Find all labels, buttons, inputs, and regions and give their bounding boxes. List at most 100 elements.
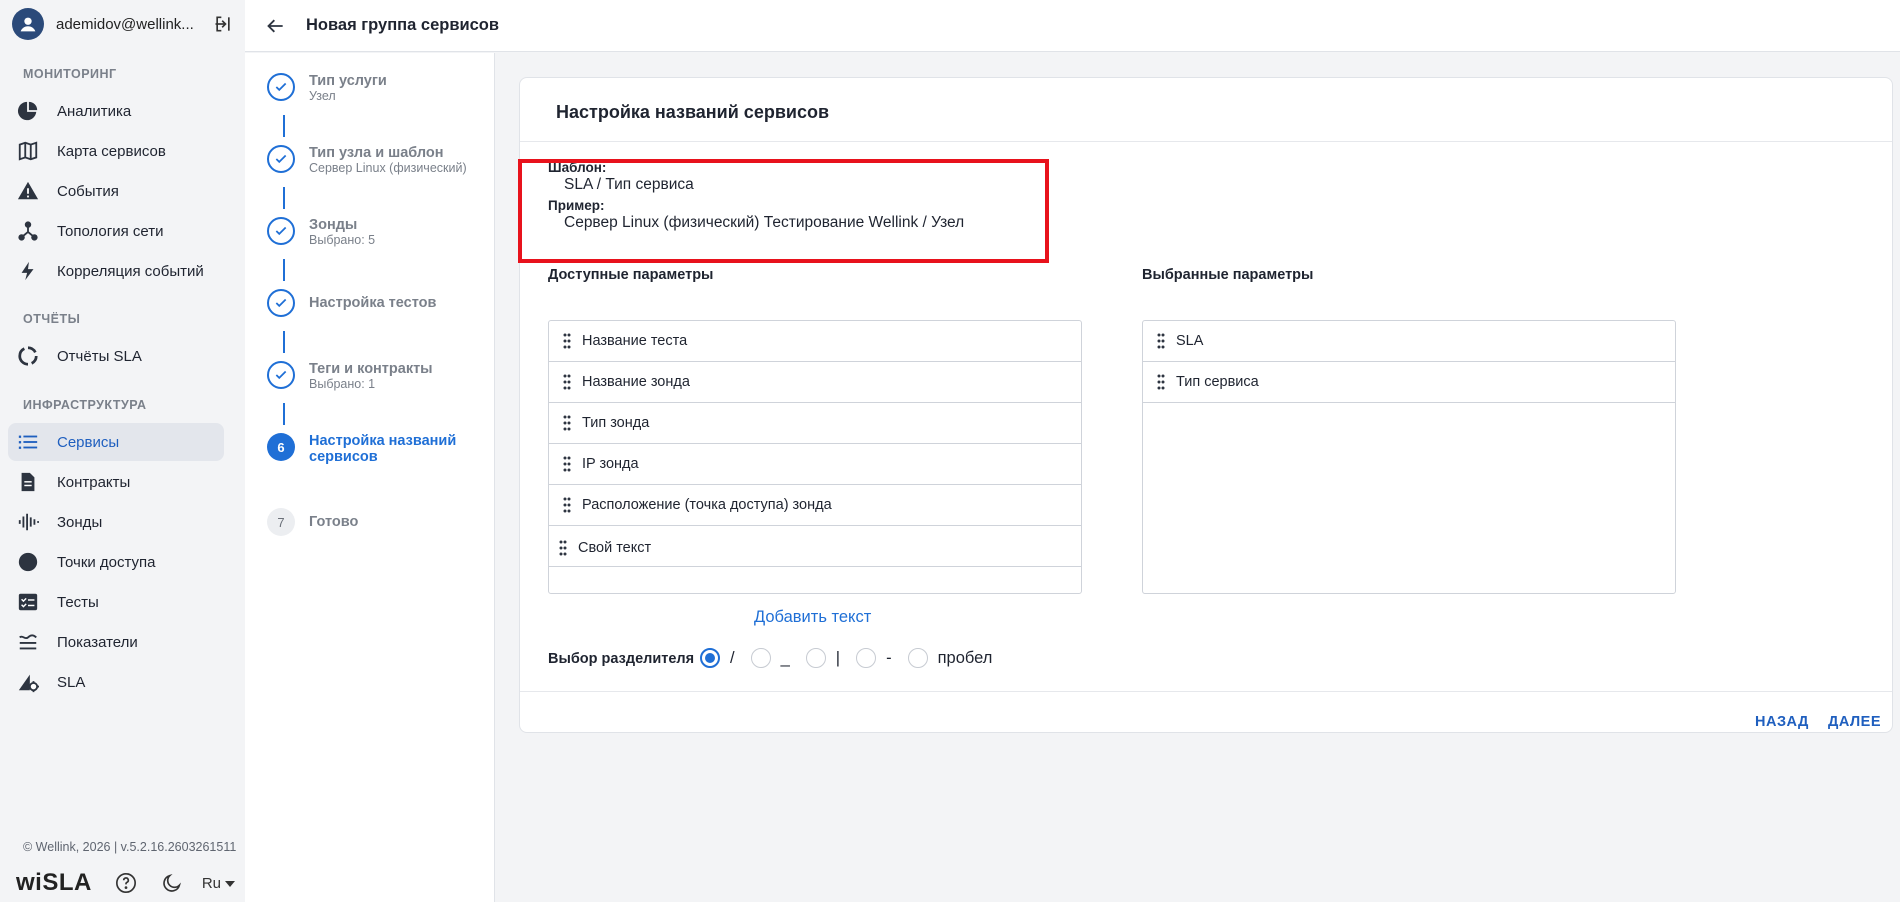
selected-params-title: Выбранные параметры (1142, 267, 1314, 283)
radio-label: _ (780, 648, 790, 667)
document-icon (16, 470, 40, 494)
back-arrow-icon[interactable] (264, 14, 288, 38)
back-button[interactable]: НАЗАД (1755, 714, 1809, 730)
section-infrastructure: ИНФРАСТРУКТУРА (23, 398, 147, 412)
checklist-icon (16, 590, 40, 614)
sidebar-item-label: Сервисы (57, 433, 120, 451)
list-item[interactable]: Свой текст (549, 526, 1081, 567)
list-item[interactable]: Название зонда (549, 362, 1081, 403)
circle-icon (16, 550, 40, 574)
separator-option-underscore[interactable]: _ (750, 648, 790, 668)
list-item-label: Расположение (точка доступа) зонда (582, 497, 832, 513)
lightning-icon (16, 259, 40, 283)
list-item[interactable]: Название теста (549, 321, 1081, 362)
logout-icon[interactable] (212, 13, 234, 35)
step-connector (283, 331, 285, 353)
check-icon (267, 73, 295, 101)
step-tags-contracts[interactable]: Теги и контракты Выбрано: 1 (267, 361, 433, 392)
divider (520, 141, 1892, 142)
sidebar-item-analytics[interactable]: Аналитика (8, 92, 224, 130)
step-service-type[interactable]: Тип услуги Узел (267, 73, 387, 104)
step-subtitle: Узел (309, 89, 336, 103)
drag-handle-icon[interactable] (1155, 373, 1167, 391)
radio-label: / (730, 648, 735, 667)
sidebar-item-metrics[interactable]: Показатели (8, 623, 224, 661)
map-icon (16, 139, 40, 163)
sidebar-item-contracts[interactable]: Контракты (8, 463, 224, 501)
sidebar-item-events[interactable]: События (8, 172, 224, 210)
sidebar-item-label: Тесты (57, 593, 99, 611)
drag-handle-icon[interactable] (561, 414, 573, 432)
list-item-label: Название теста (582, 333, 688, 349)
sidebar-item-access-points[interactable]: Точки доступа (8, 543, 224, 581)
sidebar-item-label: Корреляция событий (57, 262, 204, 280)
drag-handle-icon[interactable] (1155, 332, 1167, 350)
drag-handle-icon[interactable] (561, 455, 573, 473)
main-content: Настройка названий сервисов Шаблон: SLA … (496, 53, 1900, 902)
separator-option-dash[interactable]: - (856, 648, 892, 668)
radio-button[interactable] (750, 648, 771, 668)
radio-button[interactable] (856, 648, 877, 668)
next-button[interactable]: ДАЛЕЕ (1828, 714, 1881, 730)
radio-button[interactable] (700, 648, 720, 668)
separator-option-slash[interactable]: / (700, 648, 735, 668)
pie-chart-icon (16, 99, 40, 123)
step-subtitle: Выбрано: 1 (309, 377, 376, 391)
list-item[interactable]: Тип зонда (549, 403, 1081, 444)
drag-handle-icon[interactable] (557, 539, 569, 557)
user-name: ademidov@wellink... (56, 15, 194, 33)
radio-button[interactable] (907, 648, 928, 668)
list-item[interactable]: IP зонда (549, 444, 1081, 485)
template-label: Шаблон: (548, 160, 607, 175)
step-service-names[interactable]: 6 Настройка названий сервисов (267, 433, 469, 465)
sidebar-item-event-correlation[interactable]: Корреляция событий (8, 252, 224, 290)
sidebar-item-probes[interactable]: Зонды (8, 503, 224, 541)
sidebar-item-tests[interactable]: Тесты (8, 583, 224, 621)
step-title: Готово (309, 514, 359, 530)
step-title: Тип узла и шаблон (309, 145, 444, 161)
radio-label: пробел (937, 648, 993, 667)
topology-icon (16, 219, 40, 243)
step-done[interactable]: 7 Готово (267, 508, 358, 536)
separator-option-space[interactable]: пробел (907, 648, 993, 668)
probe-icon (16, 510, 40, 534)
sidebar-item-topology[interactable]: Топология сети (8, 212, 224, 250)
wizard-stepper: Тип услуги Узел Тип узла и шаблон Сервер… (245, 53, 495, 902)
avatar-icon[interactable] (12, 8, 44, 40)
card-title: Настройка названий сервисов (556, 102, 830, 122)
list-item[interactable]: SLA (1143, 321, 1675, 362)
sidebar-item-label: Аналитика (57, 102, 132, 120)
sidebar-item-sla[interactable]: SLA (8, 663, 224, 701)
sla-icon (16, 670, 40, 694)
step-probes[interactable]: Зонды Выбрано: 5 (267, 217, 375, 248)
sidebar-item-label: Контракты (57, 473, 131, 491)
drag-handle-icon[interactable] (561, 332, 573, 350)
drag-handle-icon[interactable] (561, 373, 573, 391)
step-connector (283, 259, 285, 281)
sidebar-item-service-map[interactable]: Карта сервисов (8, 132, 224, 170)
radio-button[interactable] (805, 648, 826, 668)
list-item[interactable]: Расположение (точка доступа) зонда (549, 485, 1081, 526)
step-title: Зонды (309, 217, 358, 233)
list-icon (16, 430, 40, 454)
step-node-type[interactable]: Тип узла и шаблон Сервер Linux (физическ… (267, 145, 467, 176)
radio-label: | (835, 648, 841, 667)
radio-label: - (886, 648, 892, 667)
sidebar-item-services[interactable]: Сервисы (8, 423, 224, 461)
template-value: SLA / Тип сервиса (564, 176, 694, 193)
add-text-button[interactable]: Добавить текст (754, 608, 871, 627)
list-item[interactable]: Тип сервиса (1143, 362, 1675, 403)
page-header: Новая группа сервисов (245, 0, 1900, 52)
language-select[interactable]: Ru (202, 875, 236, 892)
check-icon (267, 361, 295, 389)
selected-params-list: SLA Тип сервиса (1142, 320, 1676, 594)
step-test-settings[interactable]: Настройка тестов (267, 289, 436, 317)
chevron-down-icon (225, 875, 236, 892)
sidebar-item-sla-reports[interactable]: Отчёты SLA (8, 337, 224, 375)
sidebar: ademidov@wellink... МОНИТОРИНГ Аналитика… (0, 0, 245, 902)
drag-handle-icon[interactable] (561, 496, 573, 514)
dark-mode-icon[interactable] (160, 871, 184, 895)
separator-option-pipe[interactable]: | (805, 648, 841, 668)
help-icon[interactable] (114, 871, 138, 895)
page-title: Новая группа сервисов (306, 16, 500, 34)
